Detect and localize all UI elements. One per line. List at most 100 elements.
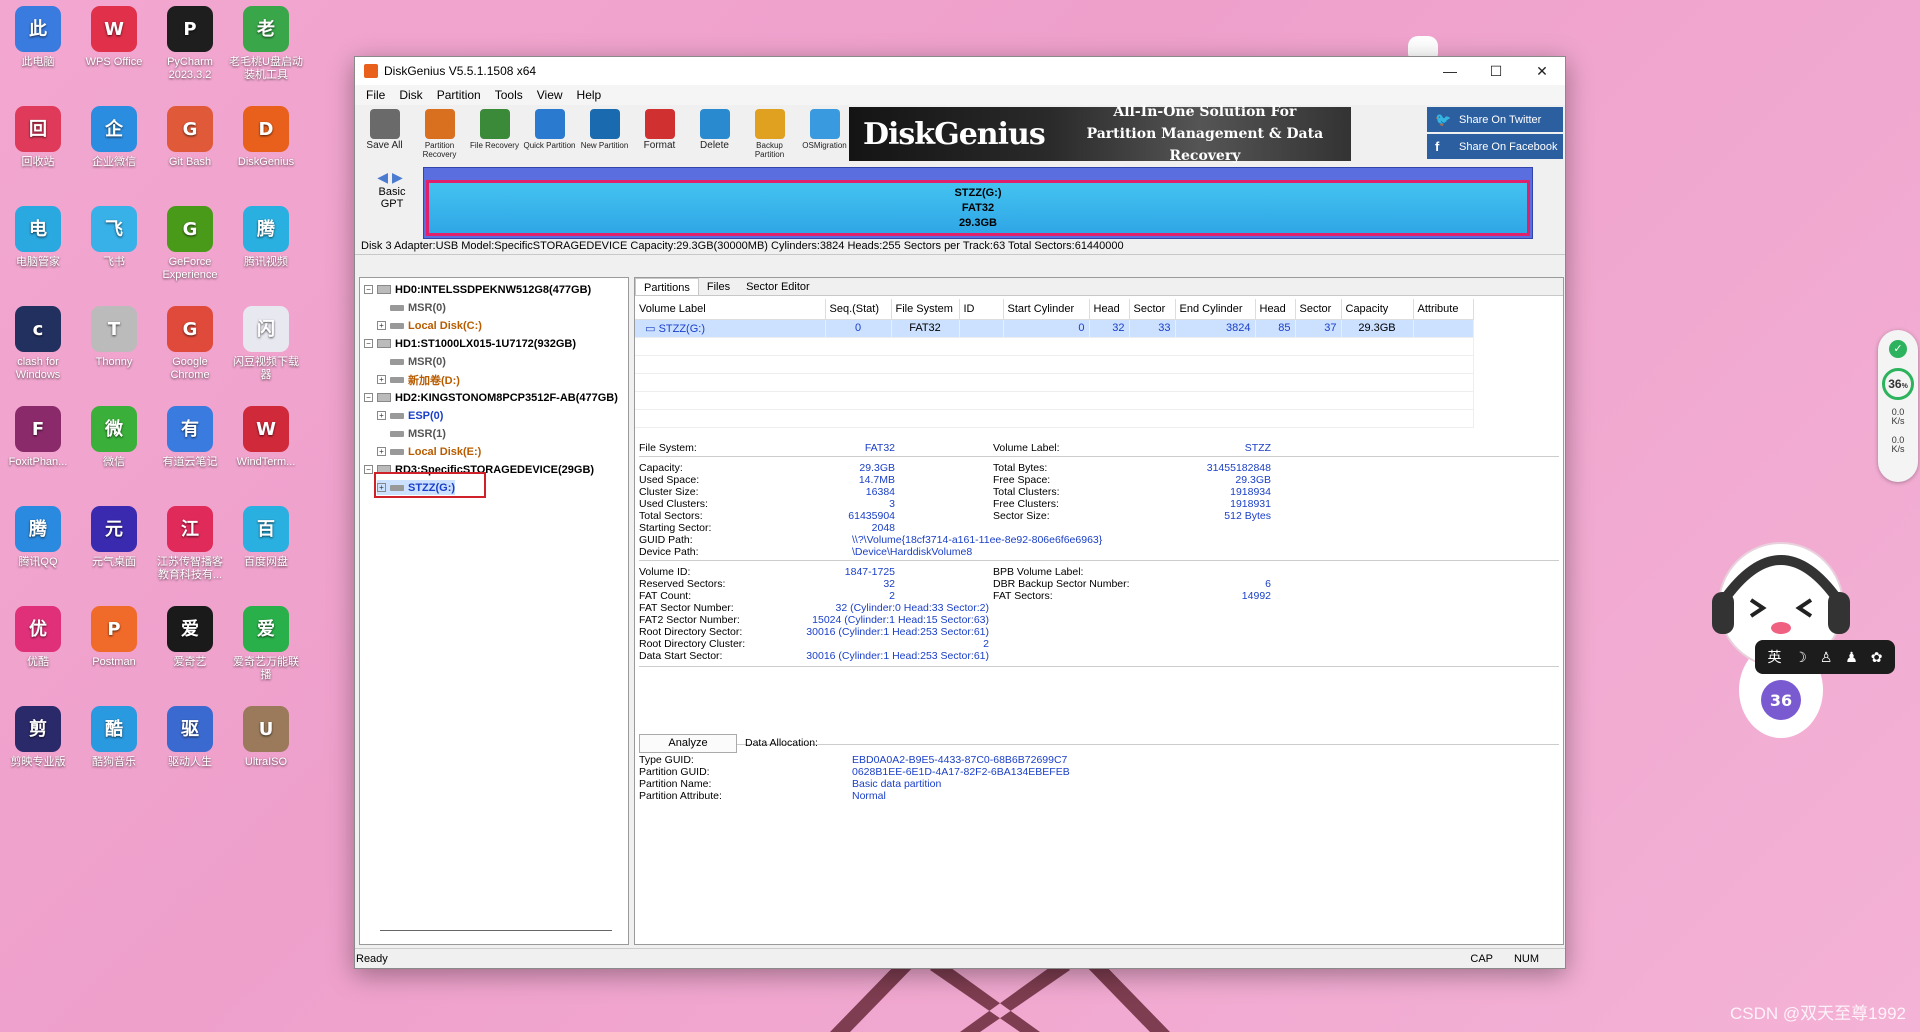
desktop-icon[interactable]: 电电脑管家 (0, 206, 76, 269)
expand-icon[interactable]: + (377, 321, 386, 330)
tree-part-esp[interactable]: + ESP(0) (377, 408, 443, 423)
col-start-cylinder[interactable]: Start Cylinder (1003, 299, 1090, 320)
desktop-icon[interactable]: 驱驱动人生 (152, 706, 228, 769)
maximize-button[interactable]: ☐ (1473, 57, 1519, 85)
delete-button[interactable]: Delete (687, 105, 742, 161)
desktop-icon[interactable]: 江江苏传智播客教育科技有... (152, 506, 228, 582)
menu-disk[interactable]: Disk (392, 88, 429, 102)
desktop-icon[interactable]: 爱爱奇艺 (152, 606, 228, 669)
tree-part-e[interactable]: + Local Disk(E:) (377, 444, 481, 459)
close-button[interactable]: ✕ (1519, 57, 1565, 85)
desktop-icon[interactable]: 微微信 (76, 406, 152, 469)
desktop-icon[interactable]: W WindTerm... (228, 406, 304, 469)
tree-disk-hd0[interactable]: − HD0:INTELSSDPEKNW512G8(477GB) (364, 282, 591, 297)
desktop-icon[interactable]: 企企业微信 (76, 106, 152, 169)
desktop-icon[interactable]: 酷酷狗音乐 (76, 706, 152, 769)
desktop-icon[interactable]: 闪闪豆视频下载器 (228, 306, 304, 382)
collapse-icon[interactable]: − (364, 465, 373, 474)
ime-language[interactable]: 英 (1767, 647, 1781, 667)
table-row[interactable]: ▭ STZZ(G:) 0 FAT32 0 32 33 3824 85 37 29… (635, 319, 1474, 338)
tree-part-msr0-hd0[interactable]: MSR(0) (390, 300, 446, 315)
share-twitter-button[interactable]: 🐦 Share On Twitter (1427, 107, 1563, 132)
col-attribute[interactable]: Attribute (1413, 299, 1474, 320)
file-recovery-button[interactable]: File Recovery (467, 105, 522, 161)
tree-hscrollbar[interactable] (380, 930, 612, 931)
tab-sector-editor[interactable]: Sector Editor (738, 278, 818, 295)
minimize-button[interactable]: — (1427, 57, 1473, 85)
desktop-icon[interactable]: 此此电脑 (0, 6, 76, 69)
gear-icon[interactable]: ✿ (1871, 649, 1883, 666)
tree-part-local-c[interactable]: + Local Disk(C:) (377, 318, 482, 333)
partition-recovery-button[interactable]: Partition Recovery (412, 105, 467, 161)
desktop-icon[interactable]: W WPS Office (76, 6, 152, 69)
menu-partition[interactable]: Partition (430, 88, 488, 102)
col-volume-label[interactable]: Volume Label (635, 299, 826, 320)
col-id[interactable]: ID (959, 299, 1004, 320)
col-end-head[interactable]: Head (1255, 299, 1296, 320)
desktop-icon[interactable]: G Google Chrome (152, 306, 228, 382)
desktop-icon[interactable]: 爱爱奇艺万能联播 (228, 606, 304, 682)
disk-nav-arrows-icon[interactable]: ◀▶ (361, 169, 423, 186)
expand-icon[interactable]: + (377, 447, 386, 456)
moon-icon[interactable]: ☽ (1794, 649, 1807, 666)
format-button[interactable]: Format (632, 105, 687, 161)
desktop-icon[interactable]: 老老毛桃U盘启动装机工具 (228, 6, 304, 82)
tab-files[interactable]: Files (699, 278, 738, 295)
col-seq[interactable]: Seq.(Stat) (825, 299, 892, 320)
desktop-icon[interactable]: c clash for Windows (0, 306, 76, 382)
col-file-system[interactable]: File System (891, 299, 960, 320)
desktop-icon[interactable]: 回回收站 (0, 106, 76, 169)
os-migration-button[interactable]: OSMigration (797, 105, 852, 161)
desktop-icon[interactable]: 腾腾讯QQ (0, 506, 76, 569)
desktop-icon[interactable]: P Postman (76, 606, 152, 669)
tree-disk-hd1[interactable]: − HD1:ST1000LX015-1U7172(932GB) (364, 336, 576, 351)
tree-part-msr1[interactable]: MSR(1) (390, 426, 446, 441)
desktop-icon[interactable]: D DiskGenius (228, 106, 304, 169)
tab-partitions[interactable]: Partitions (635, 278, 699, 295)
desktop-icon[interactable]: F FoxitPhan... (0, 406, 76, 469)
menu-view[interactable]: View (530, 88, 570, 102)
tree-disk-hd2[interactable]: − HD2:KINGSTONOM8PCP3512F-AB(477GB) (364, 390, 618, 405)
desktop-icon[interactable]: T Thonny (76, 306, 152, 369)
desktop-icon[interactable]: 有有道云笔记 (152, 406, 228, 469)
menu-file[interactable]: File (359, 88, 392, 102)
mascot-pet[interactable]: 36 (1706, 530, 1856, 740)
col-end-sector[interactable]: Sector (1295, 299, 1342, 320)
share-facebook-button[interactable]: f Share On Facebook (1427, 134, 1563, 159)
partition-block-stzz[interactable]: STZZ(G:) FAT32 29.3GB (426, 180, 1530, 236)
col-head[interactable]: Head (1089, 299, 1130, 320)
col-capacity[interactable]: Capacity (1341, 299, 1414, 320)
desktop-icon[interactable]: 腾腾讯视频 (228, 206, 304, 269)
collapse-icon[interactable]: − (364, 285, 373, 294)
backup-partition-button[interactable]: Backup Partition (742, 105, 797, 161)
desktop-icon[interactable]: G Git Bash (152, 106, 228, 169)
quick-partition-button[interactable]: Quick Partition (522, 105, 577, 161)
desktop-icon[interactable]: 元元气桌面 (76, 506, 152, 569)
tree-part-d[interactable]: + 新加卷(D:) (377, 372, 460, 387)
desktop-icon[interactable]: P PyCharm 2023.3.2 (152, 6, 228, 82)
desktop-icon[interactable]: 百百度网盘 (228, 506, 304, 569)
shirt-icon[interactable]: ♟ (1845, 649, 1858, 666)
menu-help[interactable]: Help (570, 88, 609, 102)
tree-part-msr0-hd1[interactable]: MSR(0) (390, 354, 446, 369)
desktop-icon[interactable]: U UltraISO (228, 706, 304, 769)
user-icon[interactable]: ♙ (1820, 649, 1833, 666)
analyze-button[interactable]: Analyze (639, 734, 737, 753)
expand-icon[interactable]: + (377, 375, 386, 384)
save-all-button[interactable]: Save All (357, 105, 412, 161)
col-end-cylinder[interactable]: End Cylinder (1175, 299, 1256, 320)
desktop-icon[interactable]: 剪剪映专业版 (0, 706, 76, 769)
collapse-icon[interactable]: − (364, 339, 373, 348)
menu-tools[interactable]: Tools (488, 88, 530, 102)
desktop-icon[interactable]: 飞飞书 (76, 206, 152, 269)
ime-toolbar[interactable]: 英 ☽ ♙ ♟ ✿ (1755, 640, 1895, 674)
diskgenius-banner[interactable]: DiskGenius All-In-One Solution For Parti… (849, 104, 1351, 164)
collapse-icon[interactable]: − (364, 393, 373, 402)
network-speed-widget[interactable]: ✓ 36% 0.0 K/s 0.0 K/s (1878, 330, 1918, 482)
desktop-icon[interactable]: 优优酷 (0, 606, 76, 669)
expand-icon[interactable]: + (377, 411, 386, 420)
new-partition-button[interactable]: New Partition (577, 105, 632, 161)
desktop-icon[interactable]: G GeForce Experience (152, 206, 228, 282)
col-sector[interactable]: Sector (1129, 299, 1176, 320)
partition-map-bar[interactable]: STZZ(G:) FAT32 29.3GB (423, 167, 1533, 239)
